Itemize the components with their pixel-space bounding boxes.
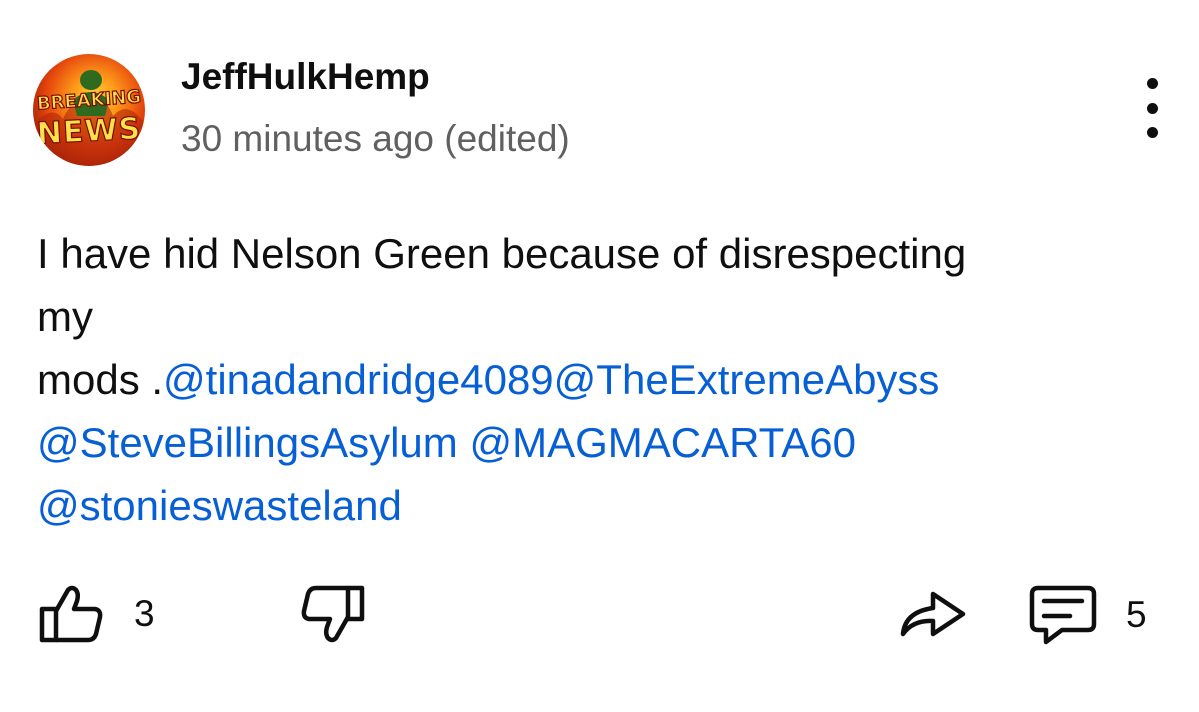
comment-text-fragment: mods .	[37, 356, 164, 403]
mention-link[interactable]: @SteveBillingsAsylum	[37, 419, 458, 466]
mention-link[interactable]: @MAGMACARTA60	[469, 419, 856, 466]
avatar-logo-text-bottom: NEWS	[35, 111, 143, 153]
mention-link[interactable]: @stonieswasteland	[37, 482, 402, 529]
comment-icon	[1028, 584, 1098, 646]
comment-text: I have hid Nelson Green because of disre…	[37, 222, 1117, 537]
share-button[interactable]	[897, 588, 969, 638]
avatar[interactable]: BREAKING NEWS	[33, 54, 145, 166]
thumbs-up-icon	[38, 584, 104, 644]
share-icon	[897, 588, 969, 638]
dislike-button[interactable]	[300, 584, 366, 644]
comment-text-line: mods .@tinadandridge4089@TheExtremeAbyss	[37, 348, 1117, 411]
more-options-button[interactable]	[1132, 78, 1172, 138]
author-name[interactable]: JeffHulkHemp	[181, 56, 430, 98]
comment-timestamp[interactable]: 30 minutes ago (edited)	[181, 118, 570, 160]
comment-text-line: @SteveBillingsAsylum @MAGMACARTA60	[37, 411, 1117, 474]
replies-button[interactable]: 5	[1028, 584, 1147, 646]
more-vertical-icon	[1146, 78, 1158, 138]
comment-text-line: my	[37, 293, 93, 340]
like-count: 3	[134, 593, 155, 634]
thumbs-down-icon	[300, 584, 366, 644]
like-button[interactable]: 3	[38, 584, 155, 644]
comment-text-line: I have hid Nelson Green because of disre…	[37, 230, 967, 277]
reply-count: 5	[1126, 594, 1147, 635]
mention-link[interactable]: @tinadandridge4089	[163, 356, 554, 403]
mention-link[interactable]: @TheExtremeAbyss	[554, 356, 940, 403]
comment-text-line: @stonieswasteland	[37, 474, 1117, 537]
